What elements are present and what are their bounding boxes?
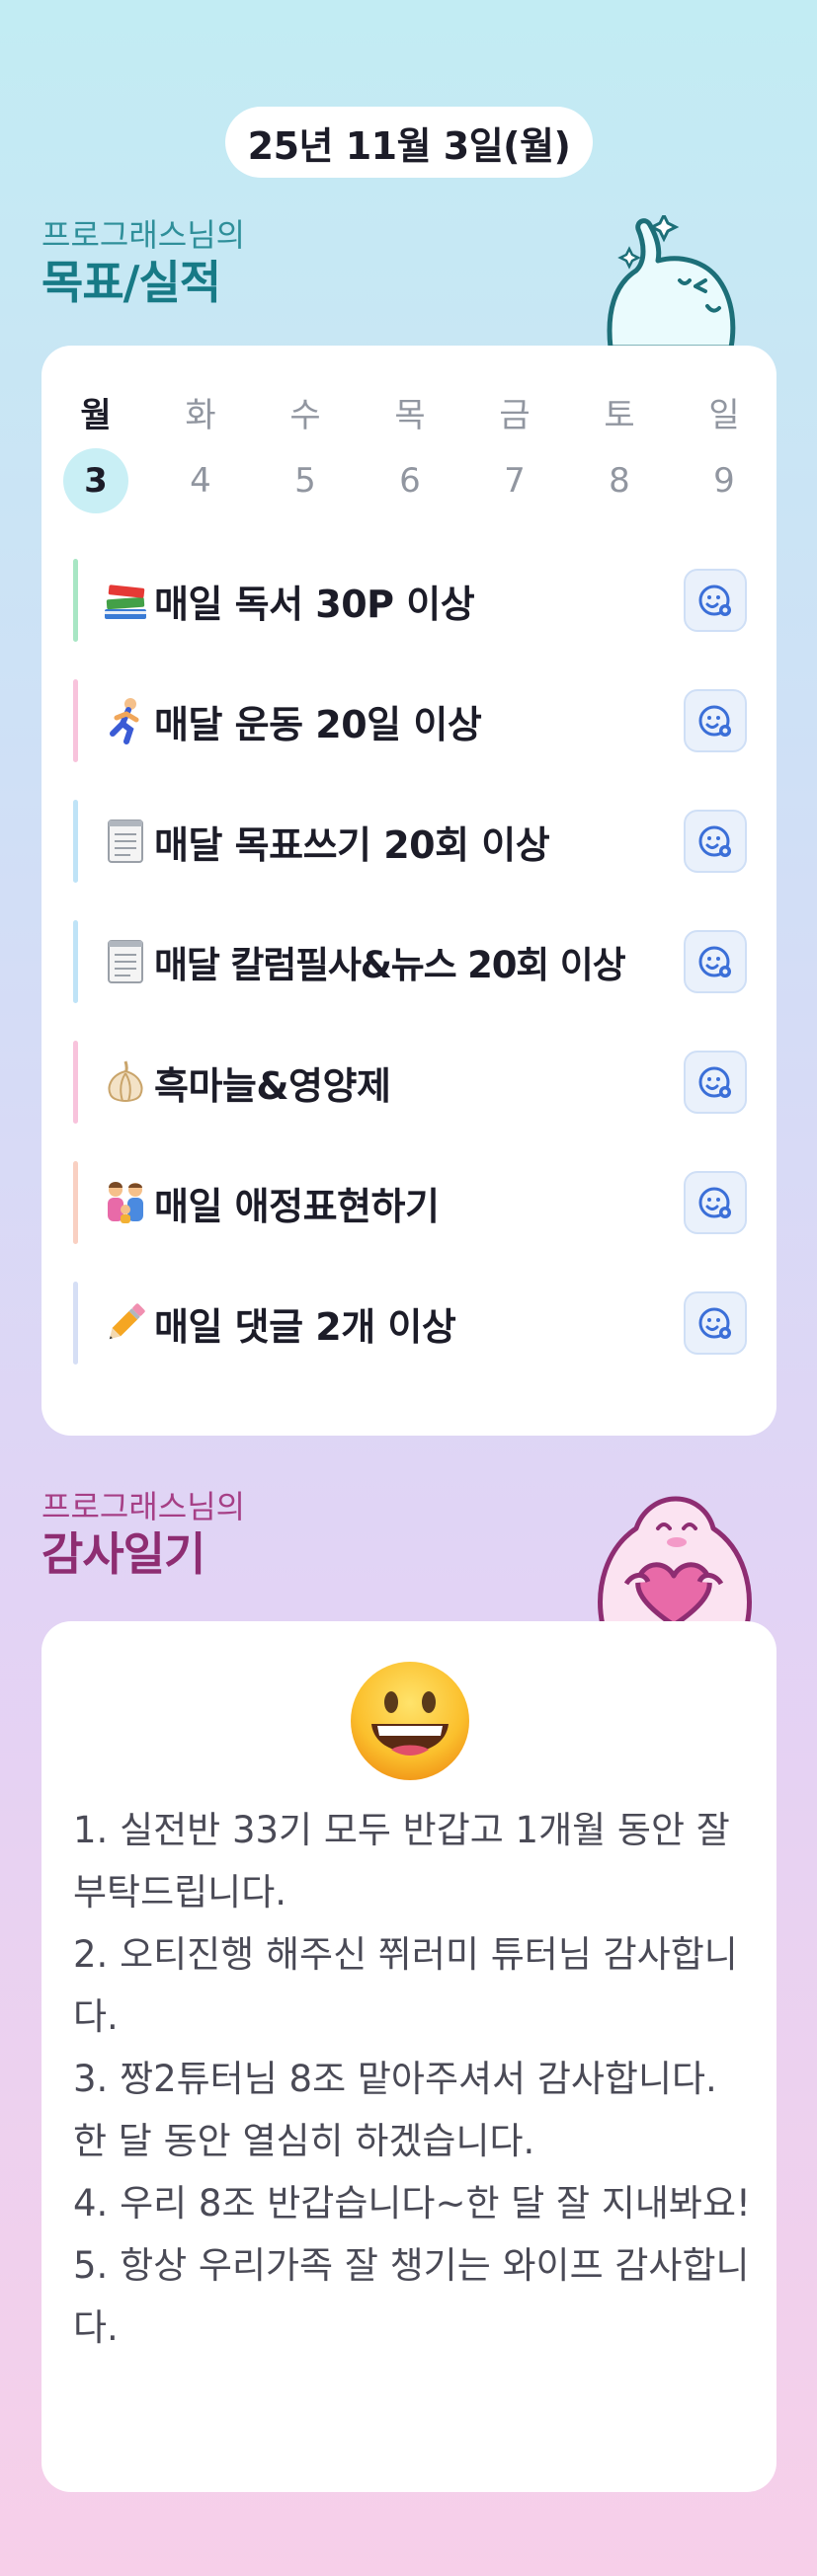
goal-item[interactable]: 매일 애정표현하기 (73, 1161, 747, 1244)
goals-section-title: 목표/실적 (41, 256, 221, 309)
day-name: 일 (708, 396, 740, 435)
goal-label: 흑마늘&영양제 (154, 1063, 391, 1108)
thanks-entry: 3. 짱2튜터님 8조 맡아주셔서 감사합니다. 한 달 동안 열심히 하겠습니… (73, 2058, 717, 2162)
goal-status-button[interactable] (684, 810, 747, 873)
day-number[interactable]: 4 (168, 448, 233, 513)
goal-accent-bar (73, 1282, 78, 1365)
goal-accent-bar (73, 559, 78, 642)
thanks-card: 1. 실전반 33기 모두 반갑고 1개월 동안 잘 부탁드립니다. 2. 오티… (41, 1621, 776, 2492)
thanks-owner-label: 프로그래스님의 (41, 1488, 246, 1525)
thanks-entries: 1. 실전반 33기 모두 반갑고 1개월 동안 잘 부탁드립니다. 2. 오티… (73, 1799, 755, 2359)
pencil-icon (99, 1296, 152, 1350)
waving-mascot-icon (607, 215, 736, 348)
goal-item[interactable]: 매일 댓글 2개 이상 (73, 1282, 747, 1365)
goal-label: 매일 댓글 2개 이상 (154, 1304, 456, 1349)
day-number[interactable]: 9 (692, 448, 757, 513)
day-number[interactable]: 6 (377, 448, 443, 513)
face-status-icon (698, 1187, 731, 1218)
day-number[interactable]: 3 (63, 448, 128, 513)
day-number[interactable]: 5 (273, 448, 338, 513)
day-name: 수 (289, 396, 321, 435)
thanks-entry: 1. 실전반 33기 모두 반갑고 1개월 동안 잘 부탁드립니다. (73, 1809, 730, 1913)
family-icon (99, 1176, 152, 1229)
goal-item[interactable]: 매일 독서 30P 이상 (73, 559, 747, 642)
thanks-entry: 5. 항상 우리가족 잘 챙기는 와이프 감사합니다. (73, 2244, 750, 2349)
day-name: 금 (499, 396, 531, 435)
thanks-entry: 2. 오티진행 해주신 쮜러미 튜터님 감사합니다. (73, 1933, 738, 2038)
day-number[interactable]: 8 (587, 448, 652, 513)
day-sat[interactable]: 토 8 (585, 393, 654, 513)
face-status-icon (698, 705, 731, 737)
goal-item[interactable]: 매달 칼럼필사&뉴스 20회 이상 (73, 920, 747, 1003)
day-name: 토 (604, 396, 635, 435)
thanks-section-header: 프로그래스님의 감사일기 (41, 1487, 245, 1582)
notepad-icon (99, 935, 152, 988)
goal-label: 매달 칼럼필사&뉴스 20회 이상 (154, 944, 626, 986)
goal-accent-bar (73, 920, 78, 1003)
face-status-icon (698, 825, 731, 857)
day-sun[interactable]: 일 9 (690, 393, 759, 513)
goal-status-button[interactable] (684, 1291, 747, 1355)
goals-owner-label: 프로그래스님의 (41, 216, 246, 254)
goal-status-button[interactable] (684, 1051, 747, 1114)
goal-status-button[interactable] (684, 1171, 747, 1234)
books-icon (99, 574, 152, 627)
heart-mascot-icon (598, 1496, 752, 1625)
date-pill[interactable]: 25년 11월 3일(월) (225, 107, 593, 178)
thanks-entry: 4. 우리 8조 반갑습니다~한 달 잘 지내봐요! (73, 2182, 751, 2225)
goal-status-button[interactable] (684, 930, 747, 993)
goal-accent-bar (73, 1041, 78, 1124)
goal-item[interactable]: 매달 목표쓰기 20회 이상 (73, 800, 747, 883)
day-name: 목 (394, 396, 426, 435)
goals-section-header: 프로그래스님의 목표/실적 (41, 215, 245, 310)
goal-status-button[interactable] (684, 569, 747, 632)
week-selector: 월 3 화 4 수 5 목 6 금 7 토 8 일 9 (61, 393, 759, 513)
notepad-icon (99, 815, 152, 868)
day-number[interactable]: 7 (482, 448, 547, 513)
goal-status-button[interactable] (684, 689, 747, 752)
goals-card: 월 3 화 4 수 5 목 6 금 7 토 8 일 9 매일 독서 30P 이상… (41, 346, 776, 1436)
goal-accent-bar (73, 1161, 78, 1244)
face-status-icon (698, 946, 731, 977)
garlic-icon (99, 1055, 152, 1109)
goal-label: 매일 애정표현하기 (154, 1184, 440, 1228)
goal-label: 매달 목표쓰기 20회 이상 (154, 822, 550, 867)
day-name: 화 (185, 396, 216, 435)
goal-item[interactable]: 흑마늘&영양제 (73, 1041, 747, 1124)
day-fri[interactable]: 금 7 (480, 393, 549, 513)
goal-accent-bar (73, 679, 78, 762)
face-status-icon (698, 585, 731, 616)
grinning-face-icon (351, 1662, 469, 1780)
day-mon[interactable]: 월 3 (61, 393, 130, 513)
face-status-icon (698, 1307, 731, 1339)
day-thu[interactable]: 목 6 (375, 393, 445, 513)
face-status-icon (698, 1066, 731, 1098)
goal-label: 매일 독서 30P 이상 (154, 582, 475, 626)
day-name: 월 (80, 396, 112, 435)
goal-accent-bar (73, 800, 78, 883)
day-tue[interactable]: 화 4 (166, 393, 235, 513)
goal-item[interactable]: 매달 운동 20일 이상 (73, 679, 747, 762)
day-wed[interactable]: 수 5 (271, 393, 340, 513)
thanks-section-title: 감사일기 (41, 1527, 205, 1581)
goal-label: 매달 운동 20일 이상 (154, 702, 482, 746)
runner-icon (99, 694, 152, 747)
